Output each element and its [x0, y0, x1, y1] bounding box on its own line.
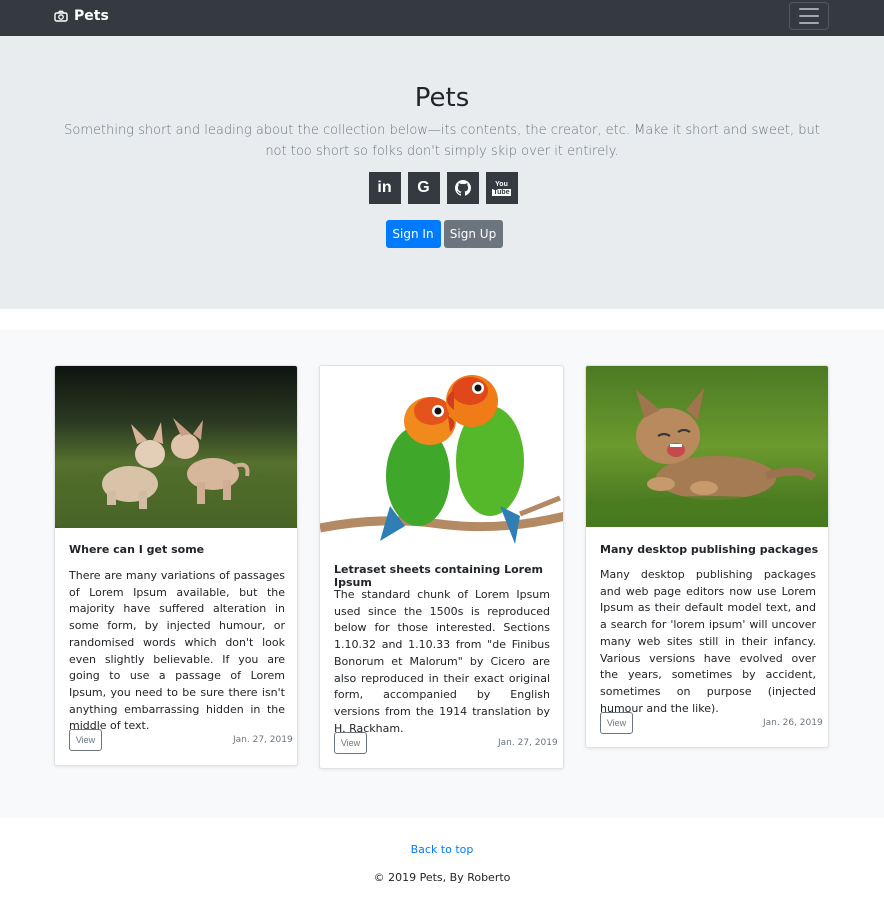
youtube-icon: You Tube: [492, 180, 511, 196]
google-button[interactable]: G: [407, 172, 440, 204]
hero-section: Pets Something short and leading about t…: [0, 36, 884, 309]
card-title: Many desktop publishing packages: [600, 543, 819, 556]
card-text: Many desktop publishing packages and web…: [600, 568, 816, 715]
auth-buttons: Sign In Sign Up: [0, 220, 884, 248]
brand-link[interactable]: Pets: [54, 8, 109, 24]
card-title: Letraset sheets containing Lorem Ipsum: [334, 563, 544, 589]
card-kitten: Many desktop publishing packages Many de…: [585, 365, 829, 748]
card-date: Jan. 26, 2019: [763, 718, 823, 728]
card-image-kitten: [586, 366, 828, 527]
album-section: Where can I get some There are many vari…: [0, 330, 884, 818]
hamburger-icon: [799, 8, 819, 10]
card-image-lovebirds: [320, 366, 563, 548]
card-text: The standard chunk of Lorem Ipsum used s…: [334, 588, 550, 735]
footer: Back to top © 2019 Pets, By Roberto: [0, 818, 884, 909]
card-title: Where can I get some: [69, 543, 205, 556]
copyright-text: © 2019 Pets, By Roberto: [373, 871, 511, 884]
social-links: in G You Tube: [0, 172, 884, 204]
hero-title: Pets: [414, 83, 470, 113]
navbar: Pets: [0, 0, 884, 36]
youtube-button[interactable]: You Tube: [485, 172, 518, 204]
linkedin-icon: in: [377, 179, 392, 196]
back-to-top-link[interactable]: Back to top: [0, 843, 884, 856]
card-lovebirds: Letraset sheets containing Lorem Ipsum T…: [319, 365, 564, 769]
card-puppies: Where can I get some There are many vari…: [54, 365, 298, 766]
hero-lead: Something short and leading about the co…: [64, 123, 820, 159]
google-icon: G: [417, 179, 430, 196]
hamburger-line: [799, 22, 819, 24]
sign-up-button[interactable]: Sign Up: [443, 220, 503, 248]
card-image-puppies: [55, 366, 297, 528]
card-date: Jan. 27, 2019: [233, 735, 293, 745]
camera-icon: [54, 10, 68, 22]
view-button[interactable]: View: [69, 729, 102, 751]
view-button[interactable]: View: [600, 712, 633, 734]
github-button[interactable]: [446, 172, 479, 204]
linkedin-button[interactable]: in: [368, 172, 401, 204]
navbar-toggle-button[interactable]: [789, 2, 829, 30]
hamburger-line: [799, 15, 819, 17]
view-button[interactable]: View: [334, 732, 367, 754]
sign-in-button[interactable]: Sign In: [385, 220, 441, 248]
card-text: There are many variations of passages of…: [69, 569, 285, 733]
brand-label: Pets: [74, 8, 109, 24]
github-icon: [454, 180, 471, 196]
card-date: Jan. 27, 2019: [498, 738, 558, 748]
